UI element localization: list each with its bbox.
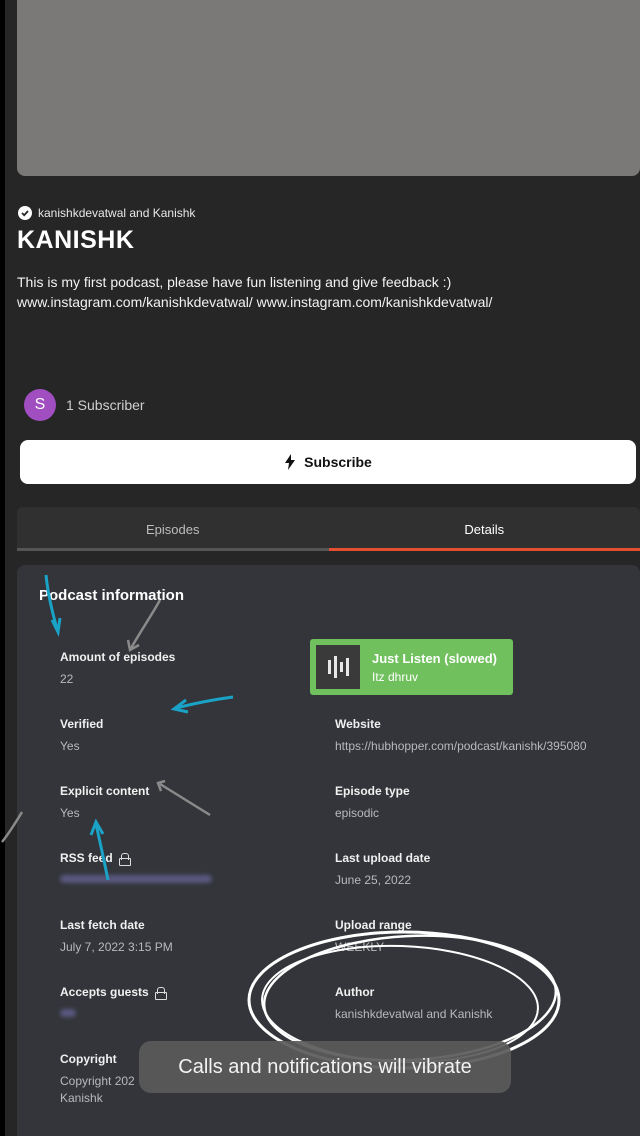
tab-bar: Episodes Details (17, 507, 640, 551)
episodes-field: Amount of episodes 22 (60, 650, 175, 686)
now-playing-card[interactable]: Just Listen (slowed) Itz dhruv (310, 639, 513, 695)
album-art (316, 645, 360, 689)
copyright-value: Copyright 202 (60, 1074, 135, 1088)
rss-blurred-value (60, 875, 212, 883)
last-fetch-label: Last fetch date (60, 918, 145, 932)
tab-episodes-label: Episodes (146, 521, 200, 537)
author-line[interactable]: kanishkdevatwal and Kanishk (18, 206, 195, 220)
verified-value: Yes (60, 739, 80, 753)
now-playing-title: Just Listen (slowed) (372, 650, 497, 666)
podcast-title: KANISHK (17, 226, 135, 254)
guests-label-row: Accepts guests (60, 985, 167, 1000)
explicit-label: Explicit content (60, 784, 150, 798)
author-name: kanishkdevatwal and Kanishk (38, 206, 196, 220)
subscriber-info: S 1 Subscriber (24, 389, 145, 421)
last-fetch-field: Last fetch date July 7, 2022 3:15 PM (60, 918, 173, 954)
tab-episodes[interactable]: Episodes (17, 507, 329, 551)
upload-range-value: WEEKLY (335, 940, 385, 954)
subscribe-label: Subscribe (304, 454, 372, 470)
avatar[interactable]: S (24, 389, 56, 421)
bolt-icon (285, 454, 296, 470)
verified-field: Verified Yes (60, 717, 103, 753)
author-label: Author (335, 985, 375, 999)
verified-check-icon (18, 206, 32, 220)
episodes-value: 22 (60, 672, 74, 686)
explicit-value: Yes (60, 806, 80, 820)
now-playing-artist: Itz dhruv (372, 669, 419, 684)
subscriber-count: 1 Subscriber (66, 397, 145, 413)
rss-field: RSS feed (60, 851, 212, 883)
cover-image (17, 0, 640, 176)
lock-icon (118, 852, 131, 866)
podcast-description: This is my first podcast, please have fu… (17, 274, 493, 310)
author-value: kanishkdevatwal and Kanishk (335, 1007, 493, 1021)
episode-type-label: Episode type (335, 784, 410, 798)
rss-label-row: RSS feed (60, 851, 212, 866)
verified-label: Verified (60, 717, 104, 731)
guests-blurred-value (60, 1009, 76, 1017)
last-fetch-value: July 7, 2022 3:15 PM (60, 940, 173, 954)
author-field: Author kanishkdevatwal and Kanishk (335, 985, 492, 1021)
rss-label: RSS feed (60, 851, 113, 865)
upload-range-field: Upload range WEEKLY (335, 918, 412, 954)
copyright-value-line2: Kanishk (60, 1091, 103, 1105)
episode-type-value: episodic (335, 806, 380, 820)
last-upload-field: Last upload date June 25, 2022 (335, 851, 430, 887)
guests-field: Accepts guests (60, 985, 167, 1017)
website-label: Website (335, 717, 381, 731)
upload-range-label: Upload range (335, 918, 412, 932)
tab-details-label: Details (464, 521, 505, 537)
podcast-page: kanishkdevatwal and Kanishk KANISHK This… (5, 0, 640, 1136)
lock-icon (154, 986, 167, 1000)
info-title: Podcast information (39, 587, 185, 604)
tab-details[interactable]: Details (328, 507, 640, 551)
website-field: Website https://hubhopper.com/podcast/ka… (335, 717, 587, 753)
explicit-field: Explicit content Yes (60, 784, 149, 820)
guests-label: Accepts guests (60, 985, 149, 999)
last-upload-label: Last upload date (335, 851, 431, 865)
website-link[interactable]: https://hubhopper.com/podcast/kanishk/39… (335, 739, 587, 753)
last-upload-value: June 25, 2022 (335, 873, 412, 887)
episode-type-field: Episode type episodic (335, 784, 410, 820)
copyright-field: Copyright Copyright 202 Kanishk (60, 1052, 135, 1105)
subscribe-button[interactable]: Subscribe (20, 440, 636, 484)
copyright-label: Copyright (60, 1052, 117, 1066)
notification-toast: Calls and notifications will vibrate (139, 1041, 511, 1093)
episodes-label: Amount of episodes (60, 650, 176, 664)
